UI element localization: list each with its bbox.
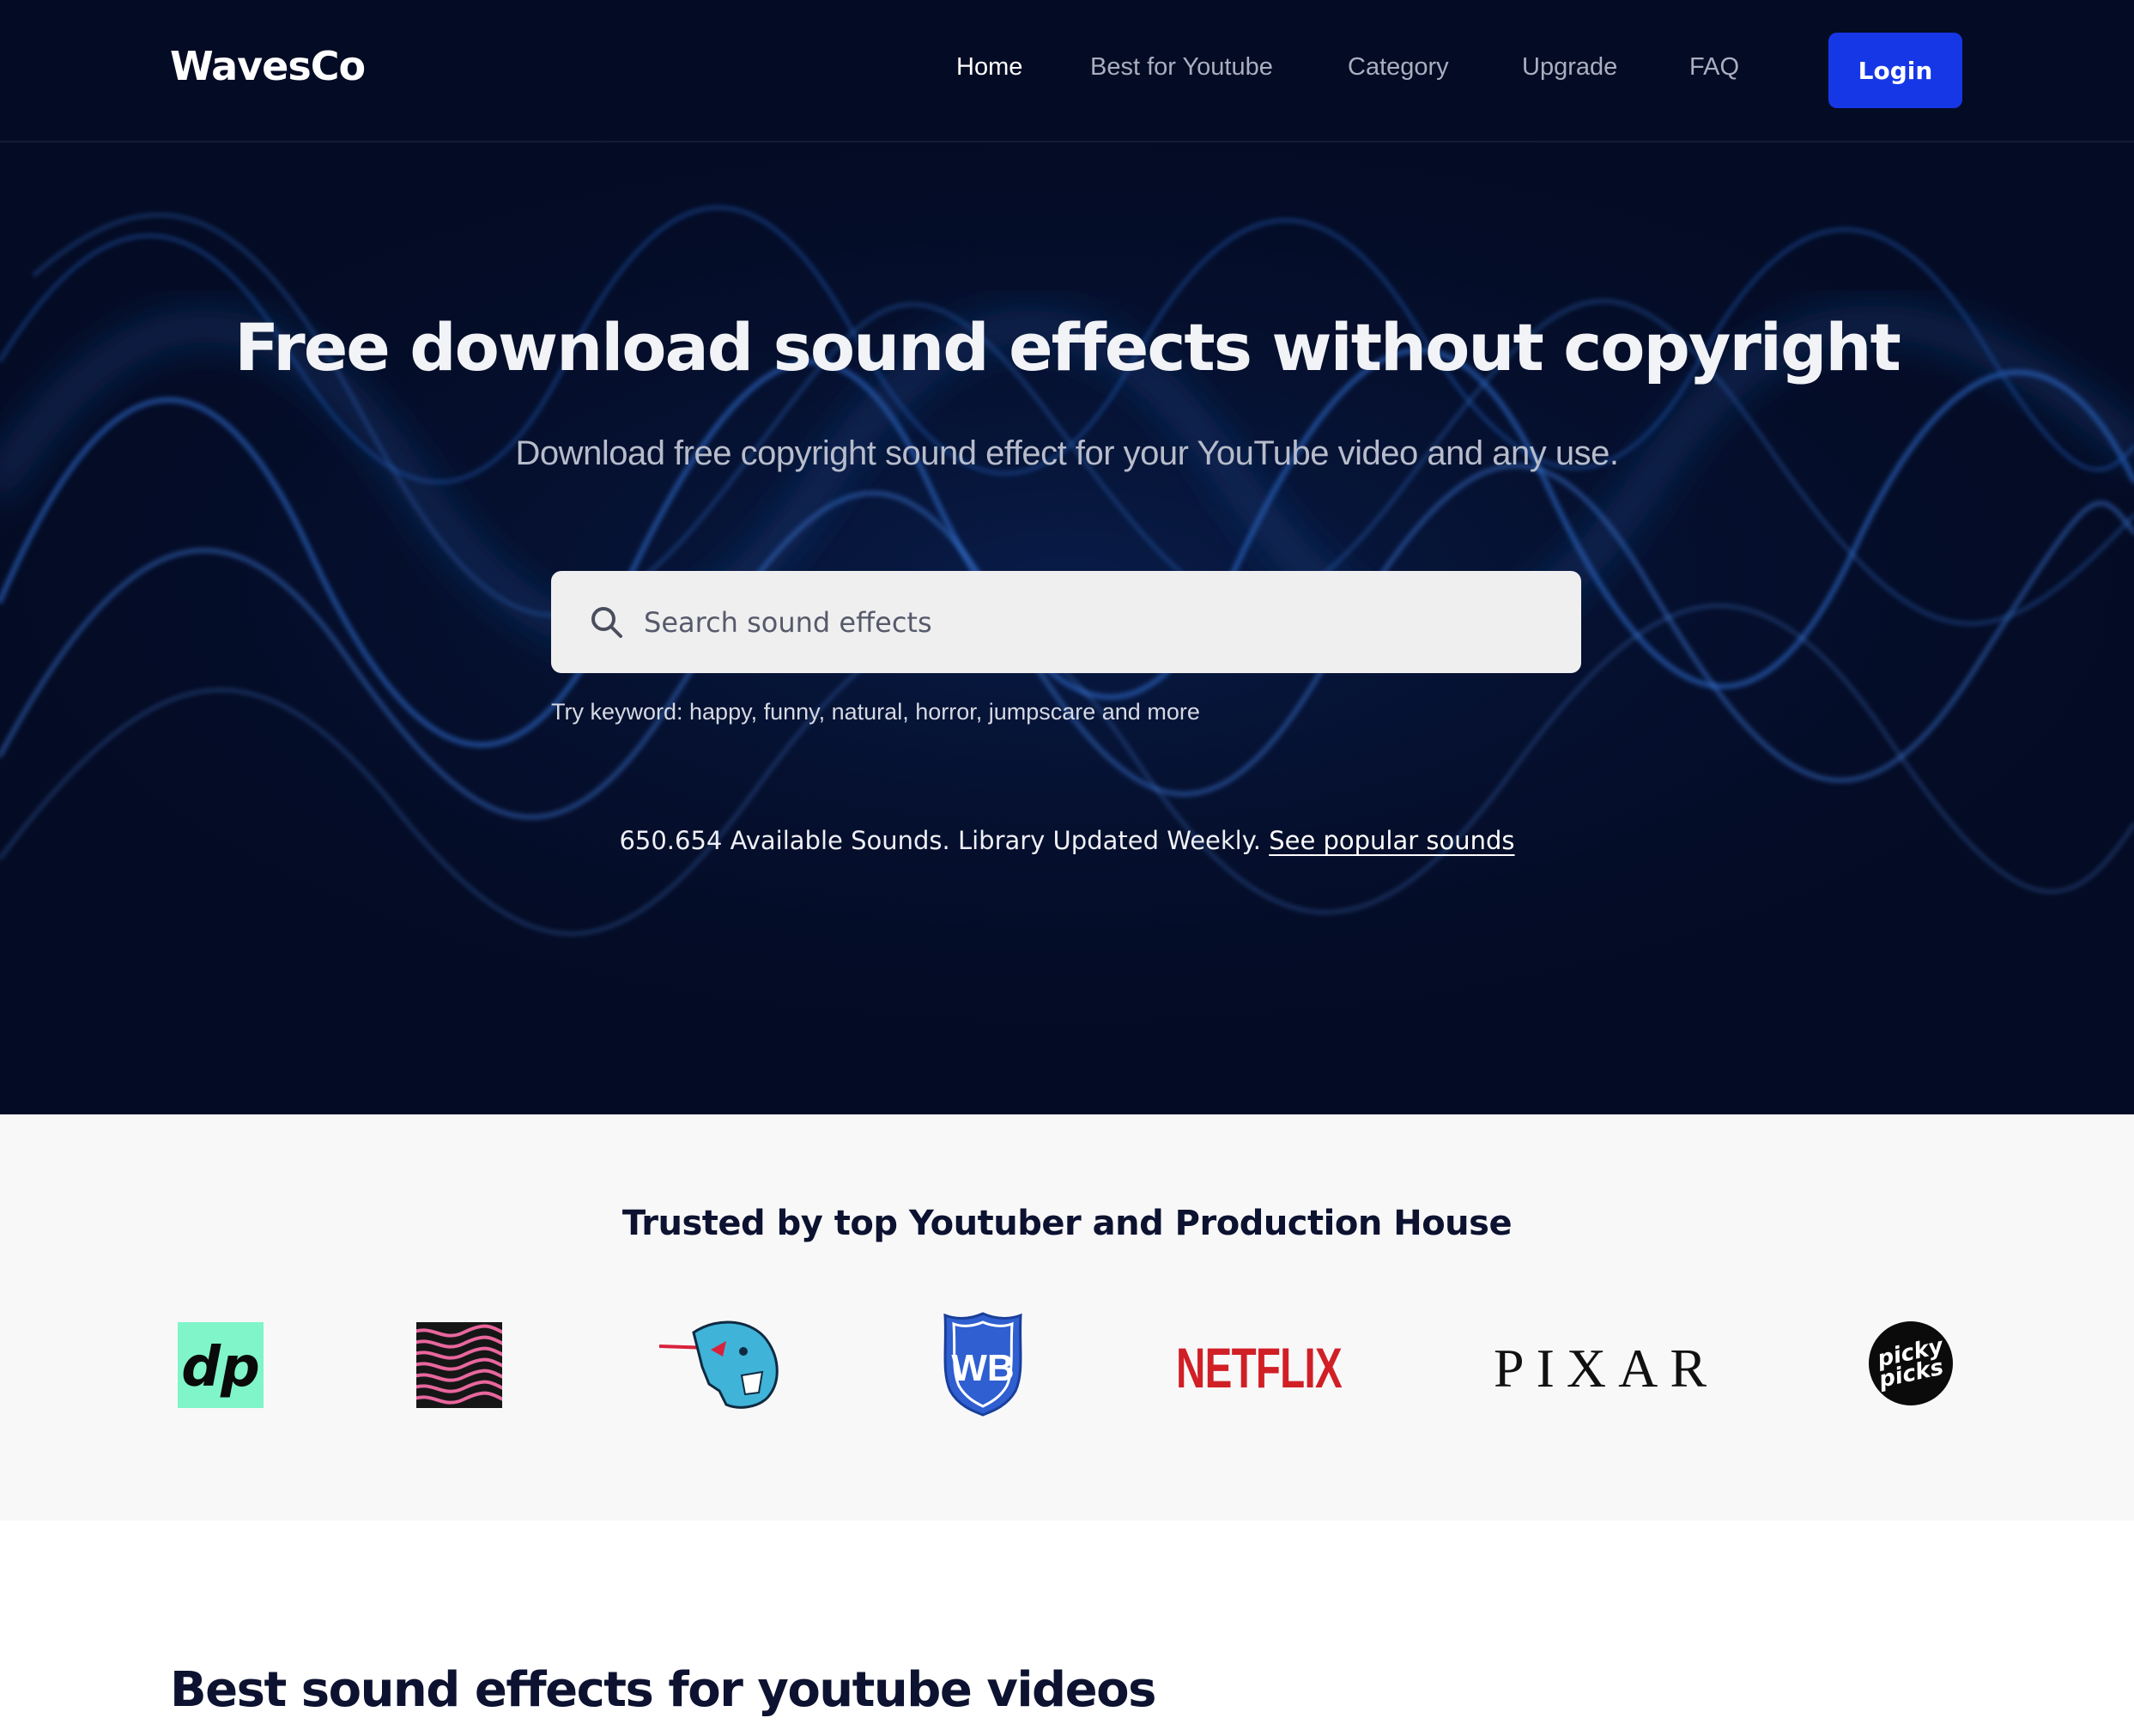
pixar-wordmark: PIXAR (1494, 1338, 1719, 1399)
top-navbar: WavesCo Home Best for Youtube Category U… (0, 0, 2134, 143)
library-stats: 650.654 Available Sounds. Library Update… (0, 826, 2134, 855)
login-button[interactable]: Login (1828, 33, 1962, 108)
mrbeast-logo (659, 1315, 785, 1411)
search-bar[interactable] (551, 571, 1581, 673)
see-popular-sounds-link[interactable]: See popular sounds (1269, 826, 1514, 855)
search-input[interactable] (644, 571, 1554, 673)
best-sound-effects-heading: Best sound effects for youtube videos (170, 1662, 1156, 1718)
nav-item-home[interactable]: Home (956, 53, 1022, 82)
hero-subtitle: Download free copyright sound effect for… (515, 434, 1619, 472)
svg-text:WB: WB (951, 1347, 1014, 1389)
svg-text:dp: dp (181, 1336, 260, 1399)
netflix-logo: NETFLIX (1176, 1339, 1348, 1396)
trusted-by-section: Trusted by top Youtuber and Production H… (0, 1114, 2134, 1521)
picky-picks-logo: picky picks (1868, 1320, 1954, 1406)
pixar-logo: PIXAR (1494, 1341, 1719, 1396)
library-stats-text: 650.654 Available Sounds. Library Update… (619, 826, 1261, 855)
netflix-wordmark: NETFLIX (1176, 1336, 1343, 1399)
keyword-hint: Try keyword: happy, funny, natural, horr… (551, 699, 1200, 725)
hero-title: Free download sound effects without copy… (234, 309, 1901, 385)
hero-section: WavesCo Home Best for Youtube Category U… (0, 0, 2134, 1114)
wavy-pattern-logo (416, 1322, 502, 1408)
nav-item-faq[interactable]: FAQ (1689, 53, 1739, 82)
trusted-title: Trusted by top Youtuber and Production H… (621, 1204, 1513, 1243)
nav-item-upgrade[interactable]: Upgrade (1522, 53, 1617, 82)
warner-bros-logo: WB (942, 1312, 1024, 1417)
nav-item-best-for-youtube[interactable]: Best for Youtube (1090, 53, 1273, 82)
nav-item-category[interactable]: Category (1348, 53, 1449, 82)
brand-logo[interactable]: WavesCo (170, 43, 366, 89)
dude-perfect-logo: dp (178, 1322, 264, 1408)
sound-wave-background (0, 137, 2134, 1030)
search-icon (591, 607, 622, 638)
